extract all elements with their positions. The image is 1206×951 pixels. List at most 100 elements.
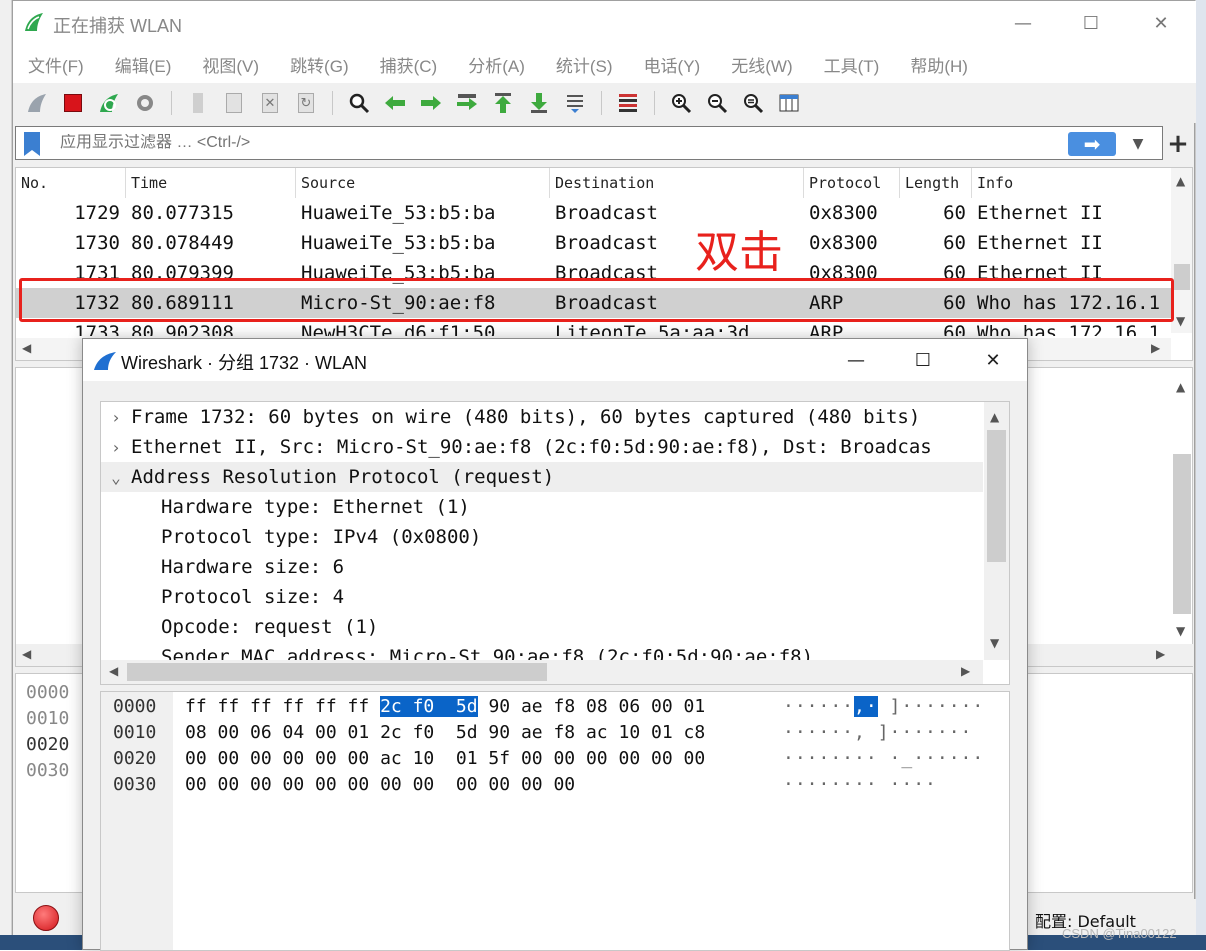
open-file-icon[interactable] xyxy=(182,88,214,118)
chevron-right-icon[interactable]: › xyxy=(101,433,131,462)
go-first-icon[interactable] xyxy=(487,88,519,118)
packet-protocol: 0x8300 xyxy=(809,202,878,224)
column-length[interactable]: Length xyxy=(900,168,972,198)
scroll-down-icon[interactable]: ▼ xyxy=(1176,624,1185,638)
zoom-in-icon[interactable] xyxy=(665,88,697,118)
scroll-thumb[interactable] xyxy=(1174,264,1190,290)
hex-row[interactable]: 0010 08 00 06 04 00 01 2c f0 5d 90 ae f8 … xyxy=(101,720,972,746)
go-forward-icon[interactable] xyxy=(415,88,447,118)
column-source[interactable]: Source xyxy=(296,168,550,198)
file-set-icon[interactable] xyxy=(218,88,250,118)
menu-edit[interactable]: 编辑(E) xyxy=(100,52,188,77)
apply-filter-arrow-icon[interactable]: ➡ xyxy=(1068,132,1116,156)
zoom-normal-icon[interactable] xyxy=(737,88,769,118)
go-back-icon[interactable] xyxy=(379,88,411,118)
capture-status-icon[interactable] xyxy=(33,905,59,931)
chevron-right-icon[interactable]: › xyxy=(101,403,131,432)
scroll-right-icon[interactable]: ▶ xyxy=(961,664,970,678)
scroll-up-icon[interactable]: ▲ xyxy=(990,410,999,424)
capture-options-icon[interactable] xyxy=(129,88,161,118)
tree-item-protocol-type[interactable]: Protocol type: IPv4 (0x0800) xyxy=(101,522,983,552)
shark-fin-icon[interactable] xyxy=(21,88,53,118)
column-protocol[interactable]: Protocol xyxy=(804,168,900,198)
column-destination[interactable]: Destination xyxy=(550,168,804,198)
go-to-packet-icon[interactable] xyxy=(451,88,483,118)
stop-capture-icon[interactable] xyxy=(57,88,89,118)
tree-item-sender-mac[interactable]: Sender MAC address: Micro-St_90:ae:f8 (2… xyxy=(101,642,983,660)
menu-analyze[interactable]: 分析(A) xyxy=(453,52,541,77)
autoscroll-icon[interactable] xyxy=(559,88,591,118)
close-button[interactable]: ✕ xyxy=(1141,7,1181,39)
reload-file-icon[interactable]: ↻ xyxy=(290,88,322,118)
scroll-thumb[interactable] xyxy=(987,430,1006,562)
dialog-close-button[interactable]: ✕ xyxy=(968,343,1018,377)
hex-offset: 0020 xyxy=(113,748,157,769)
tree-item-label: Opcode: request (1) xyxy=(161,616,379,638)
restart-capture-icon[interactable] xyxy=(93,88,125,118)
menu-capture[interactable]: 捕获(C) xyxy=(365,52,454,77)
tree-item-hardware-size[interactable]: Hardware size: 6 xyxy=(101,552,983,582)
tree-item-arp[interactable]: ⌄ Address Resolution Protocol (request) xyxy=(101,462,983,492)
resize-columns-icon[interactable] xyxy=(773,88,805,118)
scroll-left-icon[interactable]: ◀ xyxy=(22,341,31,355)
hex-row[interactable]: 0020 00 00 00 00 00 00 ac 10 01 5f 00 00 … xyxy=(101,746,984,772)
menu-wireless[interactable]: 无线(W) xyxy=(716,52,808,77)
packet-list-vertical-scrollbar[interactable]: ▲ ▼ xyxy=(1171,168,1192,333)
scroll-thumb[interactable] xyxy=(127,663,547,681)
go-last-icon[interactable] xyxy=(523,88,555,118)
hex-row[interactable]: 0030 00 00 00 00 00 00 00 00 00 00 00 00 ·… xyxy=(101,772,937,798)
tree-item-hardware-type[interactable]: Hardware type: Ethernet (1) xyxy=(101,492,983,522)
packet-row[interactable]: 1730 80.078449 HuaweiTe_53:b5:ba Broadca… xyxy=(16,228,1171,258)
menu-statistics[interactable]: 统计(S) xyxy=(541,52,629,77)
chevron-down-icon[interactable]: ▼ xyxy=(1126,134,1150,154)
chevron-down-icon[interactable]: ⌄ xyxy=(101,463,131,492)
scroll-thumb[interactable] xyxy=(1173,454,1191,614)
colorize-icon[interactable] xyxy=(612,88,644,118)
tree-item-protocol-size[interactable]: Protocol size: 4 xyxy=(101,582,983,612)
dialog-maximize-button[interactable]: ☐ xyxy=(898,343,948,377)
main-toolbar: ✕ ↻ xyxy=(13,83,1196,123)
add-filter-button[interactable]: + xyxy=(1163,127,1193,161)
scroll-up-icon[interactable]: ▲ xyxy=(1176,380,1185,394)
scroll-left-icon[interactable]: ◀ xyxy=(22,647,31,661)
tree-vertical-scrollbar[interactable]: ▲ ▼ xyxy=(984,402,1009,660)
close-file-icon[interactable]: ✕ xyxy=(254,88,286,118)
menu-go[interactable]: 跳转(G) xyxy=(275,52,365,77)
column-info[interactable]: Info xyxy=(972,168,1171,198)
scroll-right-icon[interactable]: ▶ xyxy=(1151,341,1160,355)
hex-dump-pane: 0000 ff ff ff ff ff ff 2c f0 5d 90 ae f8 … xyxy=(100,691,1010,951)
scroll-right-icon[interactable]: ▶ xyxy=(1156,647,1165,661)
zoom-out-icon[interactable] xyxy=(701,88,733,118)
packet-time: 80.078449 xyxy=(131,232,234,254)
scroll-left-icon[interactable]: ◀ xyxy=(109,664,118,678)
menu-view[interactable]: 视图(V) xyxy=(187,52,275,77)
protocol-tree: › Frame 1732: 60 bytes on wire (480 bits)… xyxy=(100,401,1010,685)
minimize-button[interactable]: — xyxy=(1003,7,1043,39)
display-filter-input[interactable] xyxy=(60,134,960,152)
tree-item-ethernet[interactable]: › Ethernet II, Src: Micro-St_90:ae:f8 (2c… xyxy=(101,432,983,462)
scroll-up-icon[interactable]: ▲ xyxy=(1176,174,1185,188)
hex-bytes: 00 00 00 00 00 00 00 00 00 00 00 00 xyxy=(173,772,783,798)
dialog-title: Wireshark · 分组 1732 · WLAN xyxy=(121,353,368,373)
menu-file[interactable]: 文件(F) xyxy=(13,52,100,77)
hex-offset: 0000 xyxy=(113,696,157,717)
tree-item-frame[interactable]: › Frame 1732: 60 bytes on wire (480 bits)… xyxy=(101,402,983,432)
tree-item-label: Frame 1732: 60 bytes on wire (480 bits),… xyxy=(131,406,921,428)
column-no[interactable]: No. xyxy=(16,168,126,198)
packet-row[interactable]: 1729 80.077315 HuaweiTe_53:b5:ba Broadca… xyxy=(16,198,1171,228)
column-time[interactable]: Time xyxy=(126,168,296,198)
dialog-minimize-button[interactable]: — xyxy=(831,343,881,377)
scroll-down-icon[interactable]: ▼ xyxy=(1176,314,1185,328)
scroll-down-icon[interactable]: ▼ xyxy=(990,636,999,650)
menu-bar: 文件(F) 编辑(E) 视图(V) 跳转(G) 捕获(C) 分析(A) 统计(S… xyxy=(13,45,1196,83)
bookmark-icon[interactable] xyxy=(24,132,40,156)
menu-telephony[interactable]: 电话(Y) xyxy=(629,52,717,77)
menu-help[interactable]: 帮助(H) xyxy=(895,52,984,77)
hex-row[interactable]: 0000 ff ff ff ff ff ff 2c f0 5d 90 ae f8 … xyxy=(101,694,984,720)
tree-item-opcode[interactable]: Opcode: request (1) xyxy=(101,612,983,642)
packet-length: 60 xyxy=(943,232,966,254)
menu-tools[interactable]: 工具(T) xyxy=(809,52,896,77)
tree-horizontal-scrollbar[interactable]: ◀ ▶ xyxy=(101,660,983,684)
maximize-button[interactable]: ☐ xyxy=(1071,7,1111,39)
find-packet-icon[interactable] xyxy=(343,88,375,118)
